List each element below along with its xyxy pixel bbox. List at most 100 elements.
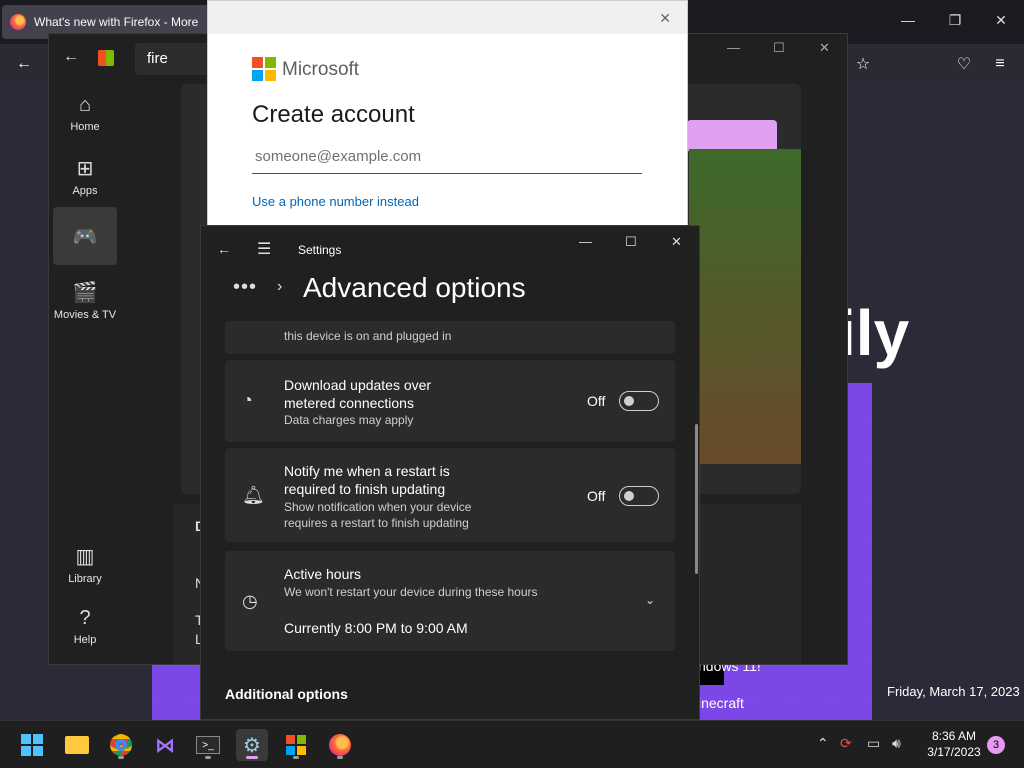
brand-name: Microsoft [282,59,360,80]
bookmark-star-icon[interactable]: ☆ [851,52,875,76]
chrome-icon [110,734,132,756]
chevron-up-icon[interactable]: ⌃ [817,735,829,752]
running-indicator [293,756,299,759]
minimize-icon[interactable]: — [727,40,740,55]
minimize-icon[interactable]: — [579,234,592,249]
sidebar-label: Apps [72,185,98,197]
sidebar-item-home[interactable]: ⌂ Home [53,94,117,133]
firefox-icon [10,14,26,30]
running-indicator [246,756,258,759]
gauge-icon: ◔ [242,390,253,410]
phone-number-link[interactable]: Use a phone number instead [252,194,419,209]
home-icon: ⌂ [78,94,92,116]
sidebar-item-movies[interactable]: 🎬 Movies & TV [53,280,117,321]
movies-icon: 🎬 [72,282,98,304]
card-title: Active hours [284,566,362,582]
maximize-icon[interactable]: ☐ [625,234,637,250]
visual-studio-button[interactable]: ⋈ [149,729,181,761]
start-button[interactable] [16,729,48,761]
back-icon[interactable]: ← [12,52,36,76]
visual-studio-icon: ⋈ [155,734,175,757]
chevron-right-icon: › [277,278,283,295]
store-icon [286,735,306,755]
clock-date: 3/17/2023 [927,745,981,759]
section-heading: Additional options [225,686,348,702]
network-icon[interactable]: ▭ [867,735,880,752]
clock-time: 8:36 AM [931,729,977,743]
settings-card-active-hours[interactable]: ◷ Active hours We won't restart your dev… [225,551,675,651]
sidebar-item-apps[interactable]: ⊞ Apps [53,156,117,197]
window-title: Settings [298,243,342,257]
settings-card-metered: ◔ Download updates over metered connecti… [225,360,675,442]
sidebar-label: Home [70,121,100,133]
page-line-2: inecraft [698,695,744,711]
sidebar-item-library[interactable]: ▥ Library [53,544,117,585]
file-explorer-button[interactable] [61,729,93,761]
dialog-titlebar [208,1,687,34]
close-icon[interactable]: ✕ [671,234,682,250]
account-dialog: ✕ Microsoft Create account someone@examp… [207,0,688,230]
active-hours-value: Currently 8:00 PM to 9:00 AM [284,620,468,636]
store-taskbar-button[interactable] [280,729,312,761]
minimize-icon[interactable]: — [896,8,920,32]
close-icon[interactable]: ✕ [819,40,830,56]
apps-icon: ⊞ [76,158,94,180]
sidebar-label: Help [73,634,97,646]
settings-taskbar-button[interactable]: ⚙ [236,729,268,761]
chevron-down-icon[interactable]: ⌄ [645,593,655,607]
clock-icon: ◷ [242,591,258,611]
back-icon[interactable]: ← [217,241,231,257]
close-icon[interactable]: ✕ [989,8,1013,32]
install-button[interactable] [687,120,777,152]
volume-icon[interactable]: 🔊︎ [892,735,901,752]
restart-notify-toggle[interactable] [619,486,659,506]
card-subtitle: Data charges may apply [284,413,414,427]
terminal-icon: >_ [196,736,220,754]
settings-card-restart-notify: 🔔︎ Notify me when a restart is required … [225,448,675,542]
pocket-icon[interactable]: ♡ [952,52,976,76]
help-icon: ? [79,607,91,629]
library-icon: ▥ [75,546,95,568]
card-subtitle: this device is on and plugged in [284,329,452,343]
settings-window: ← ☰ Settings — ☐ ✕ ••• › Advanced option… [200,225,700,720]
breadcrumb-more-icon[interactable]: ••• [233,276,257,299]
sidebar-label: Movies & TV [53,309,117,321]
windows-icon [21,734,43,756]
firefox-taskbar-button[interactable] [324,729,356,761]
card-subtitle: Show notification when your device requi… [284,500,472,530]
hamburger-menu-icon[interactable]: ☰ [257,239,271,259]
running-indicator [337,756,343,759]
store-logo-icon [98,50,114,66]
email-field[interactable]: someone@example.com [252,141,642,174]
menu-icon[interactable]: ≡ [988,52,1012,76]
sync-icon[interactable]: ⟳ [840,735,852,752]
folder-icon [65,736,89,754]
scrollbar[interactable] [695,424,698,574]
product-image [689,149,801,464]
toggle-state-label: Off [587,488,606,504]
dialog-heading: Create account [252,101,415,128]
sidebar-item-gaming[interactable]: 🎮 [53,207,117,265]
card-subtitle: We won't restart your device during thes… [284,585,538,599]
close-icon[interactable]: ✕ [659,10,671,27]
running-indicator [205,756,211,759]
sidebar-label: Library [68,573,102,585]
back-icon[interactable]: ← [63,48,79,66]
tab-title: What's new with Firefox - More [34,15,198,29]
bell-icon: 🔔︎ [242,485,265,505]
date-text: Friday, March 17, 2023 [887,684,1020,699]
settings-card-partial: this device is on and plugged in [225,321,675,354]
restore-icon[interactable]: ❐ [943,8,967,32]
sidebar-item-help[interactable]: ? Help [53,607,117,646]
chrome-button[interactable] [105,729,137,761]
card-title: Download updates over metered connection… [284,377,432,411]
notification-badge[interactable]: 3 [987,736,1005,754]
metered-toggle[interactable] [619,391,659,411]
toggle-state-label: Off [587,393,606,409]
microsoft-logo-icon [252,57,276,81]
maximize-icon[interactable]: ☐ [773,40,785,56]
page-title: Advanced options [303,272,526,303]
running-indicator [118,756,124,759]
terminal-button[interactable]: >_ [192,729,224,761]
clock[interactable]: 8:36 AM 3/17/2023 [916,728,992,760]
